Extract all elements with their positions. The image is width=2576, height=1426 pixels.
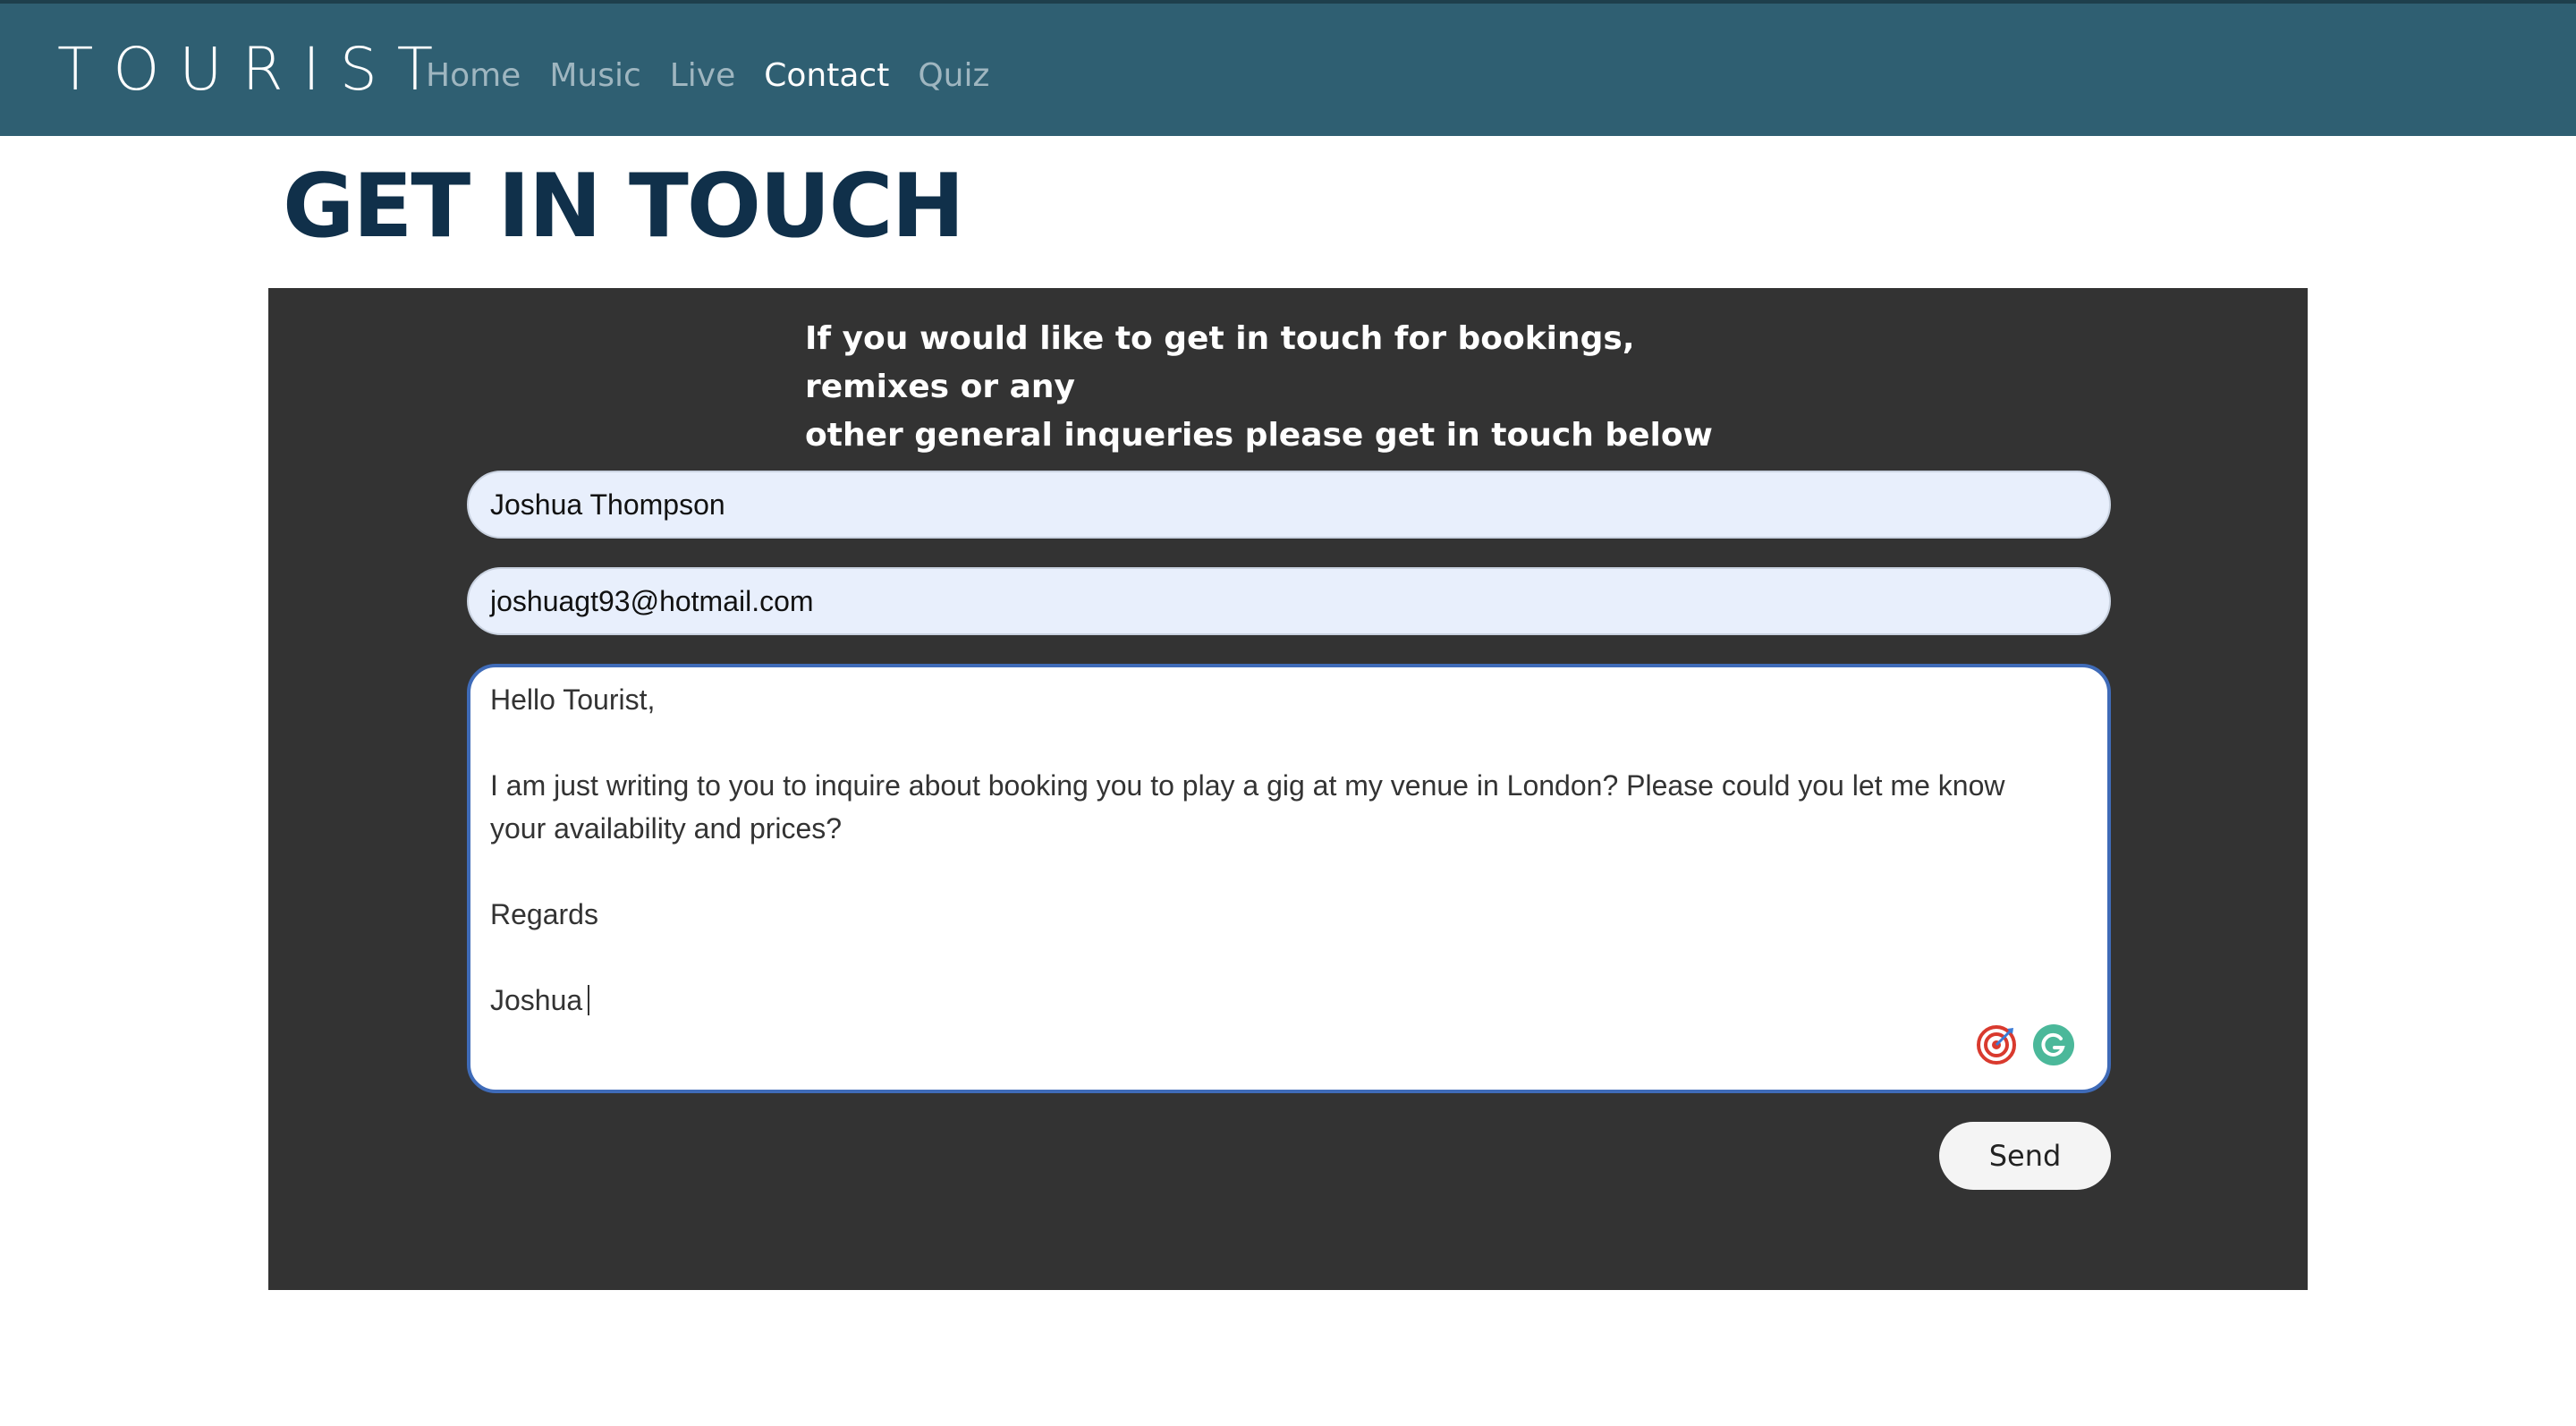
page-title: GET IN TOUCH [283,156,965,258]
message-line [490,936,2088,979]
intro-line-1: If you would like to get in touch for bo… [805,320,1635,405]
message-line: I am just writing to you to inquire abou… [490,769,2005,802]
send-button[interactable]: Send [1939,1122,2111,1190]
nav-link-music[interactable]: Music [549,57,640,94]
message-line-last: Joshua [490,979,2088,1022]
email-field[interactable]: joshuagt93@hotmail.com [467,567,2111,635]
message-line [490,721,2088,764]
grammarly-icon[interactable] [2032,1023,2075,1066]
top-navbar: TOURIST Home Music Live Contact Quiz [0,0,2576,136]
intro-line-2: other general inqueries please get in to… [805,417,1713,454]
message-line: Regards [490,898,598,930]
message-textarea[interactable]: Hello Tourist, I am just writing to you … [467,664,2111,1093]
main-nav: Home Music Live Contact Quiz [426,48,1018,102]
text-caret [588,985,590,1015]
email-value: joshuagt93@hotmail.com [490,584,814,617]
message-line: Hello Tourist, [490,683,656,716]
message-line: your availability and prices? [490,812,843,845]
target-icon[interactable] [1975,1023,2018,1066]
nav-link-quiz[interactable]: Quiz [918,57,989,94]
brand-logo[interactable]: TOURIST [57,34,453,106]
contact-intro: If you would like to get in touch for bo… [805,315,1789,460]
nav-link-live[interactable]: Live [670,57,736,94]
nav-link-home[interactable]: Home [426,57,521,94]
extension-icons [1975,1023,2075,1066]
message-line [490,850,2088,893]
message-line-text: Joshua [490,984,583,1016]
nav-link-contact[interactable]: Contact [764,57,889,94]
contact-panel: If you would like to get in touch for bo… [268,288,2308,1290]
name-field[interactable]: Joshua Thompson [467,471,2111,539]
name-value: Joshua Thompson [490,488,725,521]
